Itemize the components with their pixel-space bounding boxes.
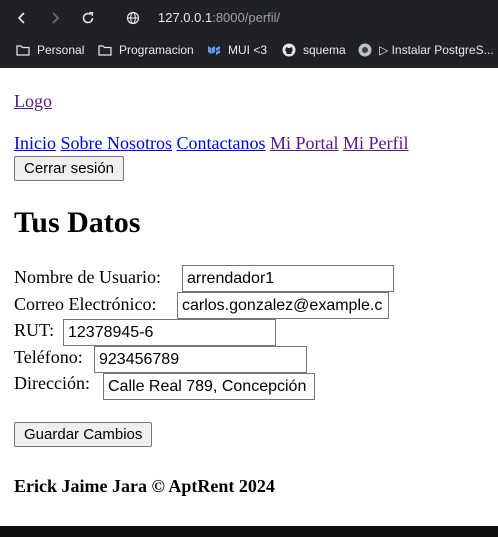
nav-link-inicio[interactable]: Inicio	[14, 133, 56, 153]
footer-text: Erick Jaime Jara © AptRent 2024	[14, 476, 275, 496]
url-host: 127.0.0.1	[158, 10, 213, 25]
browser-chrome: 127.0.0.1:8000/perfil/ Personal Programa…	[0, 0, 498, 68]
globe-icon	[358, 43, 372, 57]
email-label: Correo Electrónico:	[14, 294, 157, 314]
reload-icon[interactable]	[79, 9, 97, 27]
phone-field[interactable]: 923456789	[94, 346, 307, 373]
folder-icon	[98, 43, 112, 57]
url-path: :8000/perfil/	[212, 10, 281, 25]
bookmark-squema[interactable]: squema	[282, 42, 346, 58]
bookmarks-bar: Personal Programacion MUI <3 squema ▷ In…	[0, 38, 498, 62]
bookmark-personal[interactable]: Personal	[16, 42, 84, 58]
phone-label: Teléfono:	[14, 347, 83, 367]
address-label: Dirección:	[14, 373, 90, 393]
logo-link[interactable]: Logo	[14, 91, 52, 112]
browser-toolbar: 127.0.0.1:8000/perfil/	[0, 0, 498, 36]
address-field[interactable]: Calle Real 789, Concepción	[103, 373, 315, 400]
page-title: Tus Datos	[14, 206, 141, 239]
nav-link-mi-perfil[interactable]: Mi Perfil	[343, 133, 409, 153]
site-info-icon[interactable]	[124, 9, 142, 27]
email-field[interactable]: carlos.gonzalez@example.c	[177, 292, 389, 319]
back-icon[interactable]	[13, 9, 31, 27]
username-field[interactable]: arrendador1	[182, 265, 394, 292]
nav-link-sobre-nosotros[interactable]: Sobre Nosotros	[61, 133, 173, 153]
address-bar[interactable]: 127.0.0.1:8000/perfil/	[158, 9, 280, 27]
logout-button[interactable]: Cerrar sesión	[14, 156, 125, 181]
mui-icon	[207, 43, 221, 57]
nav-link-contactanos[interactable]: Contactanos	[177, 133, 266, 153]
save-button[interactable]: Guardar Cambios	[14, 422, 153, 447]
main-nav: Inicio Sobre Nosotros Contactanos Mi Por…	[14, 133, 409, 154]
folder-icon	[16, 43, 30, 57]
bookmark-postgres[interactable]: ▷ Instalar PostgreS...	[358, 42, 494, 58]
username-label: Nombre de Usuario:	[14, 267, 161, 287]
forward-icon[interactable]	[46, 9, 64, 27]
bookmark-mui[interactable]: MUI <3	[207, 42, 267, 58]
github-icon	[282, 43, 296, 57]
rut-field[interactable]: 12378945-6	[63, 319, 276, 346]
rut-label: RUT:	[14, 320, 55, 340]
nav-link-mi-portal[interactable]: Mi Portal	[270, 133, 339, 153]
page-content: Logo Inicio Sobre Nosotros Contactanos M…	[0, 68, 498, 526]
bookmark-programacion[interactable]: Programacion	[98, 42, 194, 58]
